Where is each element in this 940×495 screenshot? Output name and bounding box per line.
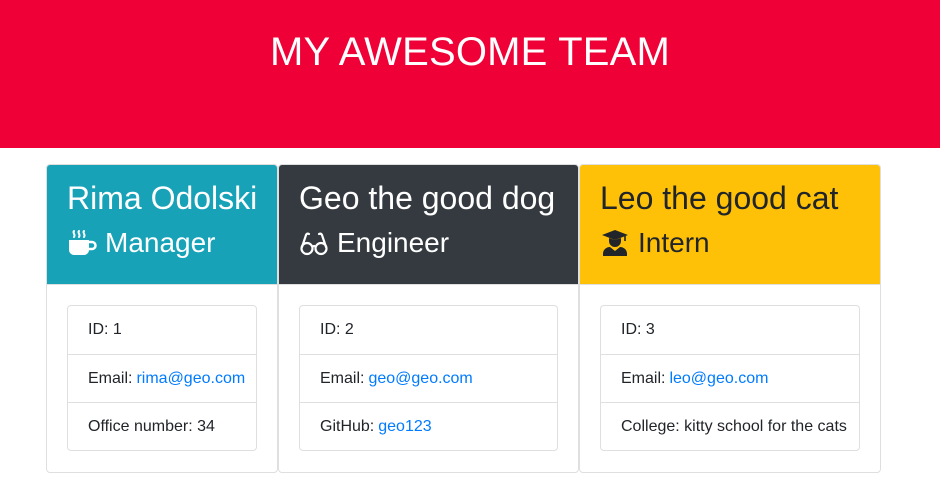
github-label: GitHub: (320, 417, 375, 435)
info-list: ID: 3 Email: leo@geo.com College: kitty … (600, 305, 860, 451)
github-link[interactable]: geo123 (378, 418, 431, 436)
page-title: MY AWESOME TEAM (269, 30, 671, 74)
list-item-office: Office number: 34 (68, 402, 256, 450)
info-list: ID: 2 Email: geo@geo.com GitHub: geo123 (299, 305, 558, 451)
card-header: Geo the good dog Engineer (279, 165, 578, 285)
list-item-github: GitHub: geo123 (300, 402, 557, 450)
list-item-email: Email: geo@geo.com (300, 354, 557, 402)
employee-role: Intern (600, 226, 860, 260)
email-link[interactable]: rima@geo.com (136, 370, 245, 388)
employee-role: Manager (67, 226, 257, 260)
email-link[interactable]: leo@geo.com (669, 370, 768, 388)
college-text: College: kitty school for the cats (621, 417, 847, 435)
graduate-icon (600, 229, 630, 257)
glasses-icon (299, 229, 329, 257)
email-link[interactable]: geo@geo.com (368, 370, 472, 388)
id-text: ID: 3 (621, 321, 655, 338)
email-label: Email: (621, 369, 666, 387)
card-header: Leo the good cat Intern (580, 165, 880, 285)
list-item-id: ID: 2 (300, 306, 557, 354)
employee-card-engineer: Geo the good dog Engineer ID: 2 Email: g… (278, 164, 579, 473)
employee-name: Leo the good cat (600, 180, 839, 216)
card-header: Rima Odolski Manager (47, 165, 277, 285)
role-label: Intern (638, 227, 710, 258)
role-label: Engineer (337, 227, 450, 258)
list-item-email: Email: rima@geo.com (68, 354, 256, 402)
email-label: Email: (320, 369, 365, 387)
list-item-id: ID: 3 (601, 306, 859, 354)
role-label: Manager (105, 227, 216, 258)
office-number-text: Office number: 34 (88, 417, 215, 435)
list-item-id: ID: 1 (68, 306, 256, 354)
employee-name: Rima Odolski (67, 180, 258, 216)
id-text: ID: 1 (88, 321, 122, 338)
list-item-college: College: kitty school for the cats (601, 402, 859, 450)
email-label: Email: (88, 369, 133, 387)
id-text: ID: 2 (320, 321, 354, 338)
list-item-email: Email: leo@geo.com (601, 354, 859, 402)
mug-hot-icon (67, 229, 97, 257)
employee-card-intern: Leo the good cat Intern ID: 3 Email: leo… (579, 164, 881, 473)
employee-name: Geo the good dog (299, 180, 556, 216)
employee-card-manager: Rima Odolski Manager ID: 1 Email: rima@g… (46, 164, 278, 473)
page-header: MY AWESOME TEAM (0, 0, 940, 148)
info-list: ID: 1 Email: rima@geo.com Office number:… (67, 305, 257, 451)
employee-role: Engineer (299, 226, 558, 260)
